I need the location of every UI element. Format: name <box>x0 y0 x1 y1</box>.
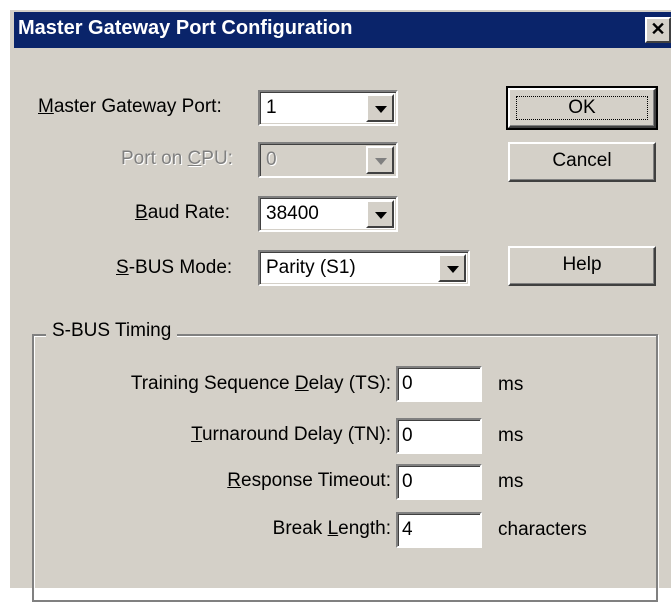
port-on-cpu-dropdown: 0 <box>258 142 398 178</box>
break-length-value: 4 <box>402 519 413 540</box>
sbus-mode-value: Parity (S1) <box>266 257 356 278</box>
baud-rate-label: Baud Rate: <box>135 202 231 223</box>
close-icon: ✕ <box>650 19 666 39</box>
training-sequence-delay-input[interactable]: 0 <box>396 366 482 402</box>
master-gateway-port-value: 1 <box>266 97 277 118</box>
baud-rate-dropdown[interactable]: 38400 <box>258 196 398 232</box>
sbus-mode-dropdown[interactable]: Parity (S1) <box>258 250 470 286</box>
help-button[interactable]: Help <box>508 246 656 286</box>
dialog-title: Master Gateway Port Configuration <box>18 17 353 39</box>
sbus-mode-label: S-BUS Mode: <box>116 257 233 278</box>
master-gateway-port-label: Master Gateway Port: <box>38 96 222 117</box>
chevron-down-icon <box>375 212 387 219</box>
response-timeout-unit: ms <box>498 471 524 492</box>
title-bar[interactable]: Master Gateway Port Configuration ✕ <box>14 12 671 48</box>
port-on-cpu-label: Port on CPU: <box>121 148 233 169</box>
chevron-down-icon <box>375 158 387 165</box>
ok-button-label: OK <box>516 96 648 120</box>
training-sequence-delay-label: Training Sequence Delay (TS): <box>130 373 391 394</box>
turnaround-delay-unit: ms <box>498 425 524 446</box>
dropdown-button[interactable] <box>438 254 466 282</box>
break-length-input[interactable]: 4 <box>396 512 482 548</box>
break-length-unit: characters <box>498 519 587 540</box>
dropdown-button[interactable] <box>366 94 394 122</box>
chevron-down-icon <box>447 266 459 273</box>
turnaround-delay-label: Turnaround Delay (TN): <box>191 424 391 445</box>
response-timeout-value: 0 <box>402 471 413 492</box>
turnaround-delay-input[interactable]: 0 <box>396 418 482 454</box>
chevron-down-icon <box>375 106 387 113</box>
break-length-label: Break Length: <box>272 518 391 539</box>
response-timeout-input[interactable]: 0 <box>396 464 482 500</box>
training-sequence-delay-value: 0 <box>402 373 413 394</box>
dropdown-button <box>366 146 394 174</box>
turnaround-delay-value: 0 <box>402 425 413 446</box>
ok-button[interactable]: OK <box>506 86 658 130</box>
port-on-cpu-value: 0 <box>266 149 277 170</box>
dropdown-button[interactable] <box>366 200 394 228</box>
sbus-timing-group-title: S-BUS Timing <box>46 320 178 342</box>
master-gateway-port-dropdown[interactable]: 1 <box>258 90 398 126</box>
close-button[interactable]: ✕ <box>645 17 671 43</box>
cancel-button[interactable]: Cancel <box>508 142 656 182</box>
response-timeout-label: Response Timeout: <box>227 470 391 491</box>
baud-rate-value: 38400 <box>266 203 319 224</box>
training-sequence-delay-unit: ms <box>498 374 524 395</box>
